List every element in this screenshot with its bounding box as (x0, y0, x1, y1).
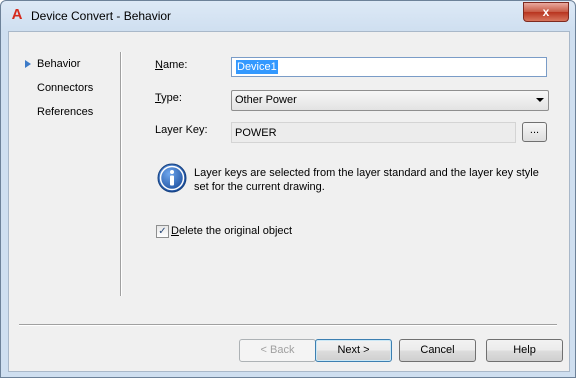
current-step-arrow-icon (25, 60, 31, 68)
layer-key-field: POWER (231, 122, 516, 143)
cancel-button[interactable]: Cancel (399, 339, 476, 362)
dialog-window: A Device Convert - Behavior x Behavior C… (0, 0, 576, 378)
name-label-mnemonic: N (155, 59, 163, 71)
close-button[interactable]: x (523, 2, 569, 22)
dialog-body: Behavior Connectors References Name: Dev… (8, 31, 570, 372)
name-input[interactable]: Device1 (231, 57, 547, 77)
title-bar[interactable]: A Device Convert - Behavior x (1, 1, 575, 31)
name-input-value: Device1 (236, 60, 278, 74)
type-select-value: Other Power (235, 94, 297, 106)
delete-original-mnemonic: D (171, 225, 179, 237)
type-label-rest: ype: (161, 92, 182, 104)
info-message: Layer keys are selected from the layer s… (194, 167, 539, 193)
delete-original-label[interactable]: Delete the original object (171, 225, 292, 237)
window-title: Device Convert - Behavior (31, 9, 172, 23)
autocad-app-icon: A (11, 6, 23, 23)
nav-item-behavior[interactable]: Behavior (37, 58, 80, 70)
checkmark-icon: ✓ (158, 226, 167, 237)
info-icon (157, 163, 187, 193)
layer-key-browse-button[interactable]: ... (522, 122, 547, 142)
horizontal-divider (19, 324, 557, 326)
nav-item-connectors[interactable]: Connectors (37, 82, 93, 94)
next-button[interactable]: Next > (315, 339, 392, 362)
nav-item-references[interactable]: References (37, 106, 93, 118)
type-label: Type: (155, 92, 182, 104)
chevron-down-icon (536, 98, 544, 102)
close-icon: x (542, 5, 550, 19)
layer-key-label: Layer Key: (155, 124, 208, 136)
name-label-rest: ame: (162, 59, 188, 71)
vertical-divider (120, 52, 122, 296)
back-button[interactable]: < Back (239, 339, 316, 362)
delete-original-rest: elete the original object (178, 225, 293, 237)
name-label: Name: (155, 59, 187, 71)
layer-key-value: POWER (235, 127, 277, 139)
delete-original-checkbox[interactable]: ✓ (156, 225, 169, 238)
type-select[interactable]: Other Power (231, 90, 549, 111)
help-button[interactable]: Help (486, 339, 563, 362)
